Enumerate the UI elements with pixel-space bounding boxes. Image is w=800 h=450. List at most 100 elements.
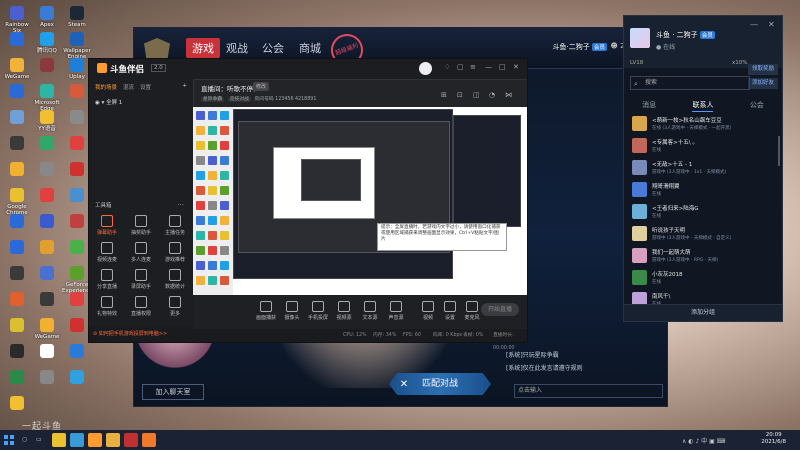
game-nav-guild[interactable]: 公会	[262, 40, 284, 56]
desktop-icon[interactable]	[62, 344, 92, 360]
desktop-icon[interactable]	[32, 344, 62, 360]
desktop-icon[interactable]	[62, 370, 92, 386]
friends-panel[interactable]: 斗鱼 · 二狗子 会员 ● 在线 — ✕ LV18 x10% 领取奖励 添加好友…	[623, 15, 783, 322]
tools-more-icon[interactable]: …	[177, 199, 184, 207]
tab-mix[interactable]: 混流	[123, 83, 134, 91]
desktop-icon[interactable]	[2, 84, 32, 100]
tool-button[interactable]: 更多	[159, 296, 191, 317]
search-icon[interactable]: ○	[22, 436, 27, 443]
windows-start-icon[interactable]	[4, 435, 14, 445]
add-scene-icon[interactable]: +	[182, 83, 187, 91]
task-view-icon[interactable]: ▭	[36, 436, 42, 443]
stream-app-window[interactable]: 斗鱼伴侣 2.0 ♢ ▢ ≡ — □ ✕ 我的场景 混流 设置 + ◉ ▾ 全屏…	[88, 58, 528, 351]
scrollbar[interactable]	[778, 136, 780, 166]
tab-contacts[interactable]: 联系人	[692, 98, 714, 112]
desktop-icon[interactable]	[2, 266, 32, 282]
desktop-icon[interactable]	[2, 110, 32, 126]
control-button[interactable]: 画面捕获	[253, 301, 279, 321]
desktop-icon[interactable]: Rainbow Six	[2, 6, 32, 34]
desktop-icon[interactable]	[32, 292, 62, 308]
desktop-icon[interactable]	[2, 318, 32, 334]
list-item[interactable]: <专属客>十五\ 。在线	[624, 136, 774, 156]
close-icon[interactable]: ✕	[768, 20, 775, 29]
game-chat-input[interactable]: 点击输入	[514, 384, 663, 398]
tool-button[interactable]: 视频连麦	[91, 242, 123, 263]
game-nav-shop[interactable]: 商城	[299, 40, 321, 56]
desktop-icon[interactable]	[32, 188, 62, 204]
control-button[interactable]: 手机投屏	[305, 301, 331, 321]
bell-icon[interactable]: ◔	[489, 91, 495, 99]
list-item[interactable]: 翔哥滑翔翼 在线	[624, 180, 774, 200]
tip-link[interactable]: ⊘ 如何把手机游戏投屏到电脑>>	[89, 326, 197, 342]
system-tray[interactable]: ∧ ◐ ♪ 中 ▣ ⌨	[682, 436, 725, 445]
reward-button[interactable]: 领取奖励	[748, 64, 778, 75]
list-item[interactable]: <王者归来>陆海G 在线	[624, 202, 774, 222]
lock-icon[interactable]: ⊡	[457, 91, 463, 99]
skin-icon[interactable]: ♢	[444, 63, 450, 71]
tool-button[interactable]: 主播任务	[159, 215, 191, 236]
tag[interactable]: 星际争霸	[201, 97, 225, 102]
avatar[interactable]	[419, 62, 432, 75]
qq-icon[interactable]	[70, 433, 84, 447]
desktop-icon[interactable]: Steam	[62, 6, 92, 28]
desktop-icon[interactable]	[32, 240, 62, 256]
search-input[interactable]: ⌕ 搜索	[630, 76, 750, 90]
desktop-icon[interactable]	[2, 162, 32, 178]
desktop-icon[interactable]: 腾讯QQ	[32, 32, 62, 54]
tool-button[interactable]: 弹幕助手	[91, 215, 123, 236]
desktop-icon[interactable]	[2, 240, 32, 256]
desktop-icon[interactable]	[32, 136, 62, 152]
tab-guild[interactable]: 公会	[750, 98, 764, 112]
desktop-icon[interactable]: Google Chrome	[2, 188, 32, 216]
game-nav-home[interactable]: 游戏	[186, 38, 220, 58]
folder-icon[interactable]	[106, 433, 120, 447]
desktop-icon[interactable]	[32, 266, 62, 282]
maximize-icon[interactable]: □	[499, 63, 506, 71]
avatar[interactable]	[630, 28, 650, 48]
list-item[interactable]: <萌新一枚>秋名山飙车豆豆 在线 (3人游戏中 · 天梯模式 · 一起开黑)	[624, 114, 774, 134]
desktop-icon[interactable]	[2, 344, 32, 360]
chrome-icon[interactable]	[52, 433, 66, 447]
desktop-icon[interactable]	[2, 136, 32, 152]
control-button[interactable]: 声音源	[383, 301, 409, 321]
list-item[interactable]: 我们一起萌大萌 游戏中 (3人游戏中 · RPG · 天梯)	[624, 246, 774, 266]
list-item[interactable]: 小灰灰2018 在线	[624, 268, 774, 288]
desktop-icon[interactable]	[2, 32, 32, 48]
join-chat-button[interactable]: 加入聊天室	[142, 384, 204, 400]
gift-icon[interactable]: ▢	[457, 63, 464, 71]
control-button[interactable]: 视频源	[331, 301, 357, 321]
cart-icon[interactable]: ⊞	[441, 91, 447, 99]
minimize-icon[interactable]: —	[750, 20, 758, 29]
desktop-icon[interactable]: Wallpaper Engine	[62, 32, 92, 60]
tool-button[interactable]: 礼物特效	[91, 296, 123, 317]
desktop-icon[interactable]: WeGame	[2, 58, 32, 80]
list-item[interactable]: <无敌>十五 - 1 游戏中 (3人游戏中 · 1v1 · 天梯模式)	[624, 158, 774, 178]
control-button[interactable]: 文本源	[357, 301, 383, 321]
fan-icon[interactable]: ◫	[473, 91, 480, 99]
control-button[interactable]: 摄像头	[279, 301, 305, 321]
tool-button[interactable]: 分享直播	[91, 269, 123, 290]
tool-button[interactable]: 直播权限	[125, 296, 157, 317]
douyu-icon[interactable]	[88, 433, 102, 447]
tab-messages[interactable]: 消息	[642, 98, 656, 112]
add-group-button[interactable]: 添加分组	[624, 304, 782, 321]
desktop-icon[interactable]	[32, 370, 62, 386]
add-friend-button[interactable]: 添加好友	[748, 78, 778, 89]
scene-item[interactable]: ◉ ▾ 全屏 1	[89, 95, 193, 109]
desktop-icon[interactable]	[2, 396, 32, 412]
start-live-button[interactable]: 开始直播	[481, 303, 519, 316]
modify-button[interactable]: 修改	[253, 82, 270, 91]
menu-icon[interactable]: ≡	[470, 63, 476, 71]
tab-settings[interactable]: 设置	[140, 83, 151, 91]
desktop-icon[interactable]: WeGame	[32, 318, 62, 340]
stream-preview[interactable]: 提示：全屏直播时，若游戏内文字过小，请使用窗口化捕获或使用区域捕获来调整画面显示…	[193, 107, 527, 295]
desktop-icon[interactable]	[2, 214, 32, 230]
control-button[interactable]: 麦克风	[459, 301, 485, 321]
game-user[interactable]: 斗鱼·二狗子 会员	[553, 42, 607, 52]
status-text[interactable]: ● 在线	[656, 42, 675, 51]
desktop-icon[interactable]: YY语音	[32, 110, 62, 132]
close-icon[interactable]: ✕	[513, 63, 519, 71]
share-icon[interactable]: ⋈	[505, 91, 512, 99]
tool-button[interactable]: 抽奖助手	[125, 215, 157, 236]
minimize-icon[interactable]: —	[485, 63, 492, 71]
